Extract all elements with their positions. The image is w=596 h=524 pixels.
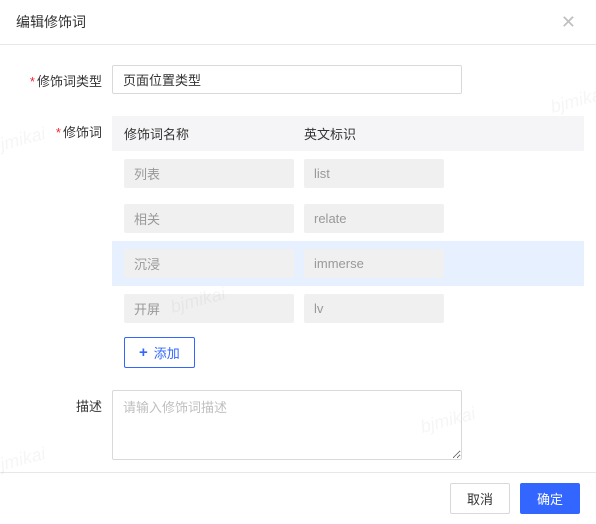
modifier-en-input[interactable]: [304, 249, 444, 278]
type-select[interactable]: [112, 65, 462, 94]
modal-body: *修饰词类型 *修饰词 修饰词名称 英文标识 +添加 描述: [0, 45, 596, 465]
modifier-en-input[interactable]: [304, 159, 444, 188]
confirm-button[interactable]: 确定: [520, 483, 580, 514]
table-row[interactable]: [112, 196, 584, 241]
label-type: *修饰词类型: [12, 65, 112, 94]
row-type: *修饰词类型: [12, 65, 584, 94]
modifier-name-input[interactable]: [124, 204, 294, 233]
close-icon[interactable]: ✕: [561, 13, 576, 31]
plus-icon: +: [139, 345, 148, 360]
table-row[interactable]: [112, 286, 584, 331]
modal-footer: 取消 确定: [0, 472, 596, 524]
modifier-name-input[interactable]: [124, 159, 294, 188]
label-desc: 描述: [12, 390, 112, 465]
modifier-name-input[interactable]: [124, 294, 294, 323]
cancel-button[interactable]: 取消: [450, 483, 510, 514]
row-modifier: *修饰词 修饰词名称 英文标识 +添加: [12, 116, 584, 368]
table-row[interactable]: [112, 241, 584, 286]
row-desc: 描述: [12, 390, 584, 465]
table-header: 修饰词名称 英文标识: [112, 116, 584, 151]
table-row[interactable]: [112, 151, 584, 196]
modal-title: 编辑修饰词: [16, 12, 86, 32]
label-modifier: *修饰词: [12, 116, 112, 368]
add-button[interactable]: +添加: [124, 337, 195, 368]
modifier-name-input[interactable]: [124, 249, 294, 278]
col-name: 修饰词名称: [124, 124, 304, 143]
col-en: 英文标识: [304, 124, 572, 143]
modifier-en-input[interactable]: [304, 204, 444, 233]
modal-header: 编辑修饰词 ✕: [0, 0, 596, 45]
table-rows: [112, 151, 584, 331]
desc-textarea[interactable]: [112, 390, 462, 460]
modifier-en-input[interactable]: [304, 294, 444, 323]
